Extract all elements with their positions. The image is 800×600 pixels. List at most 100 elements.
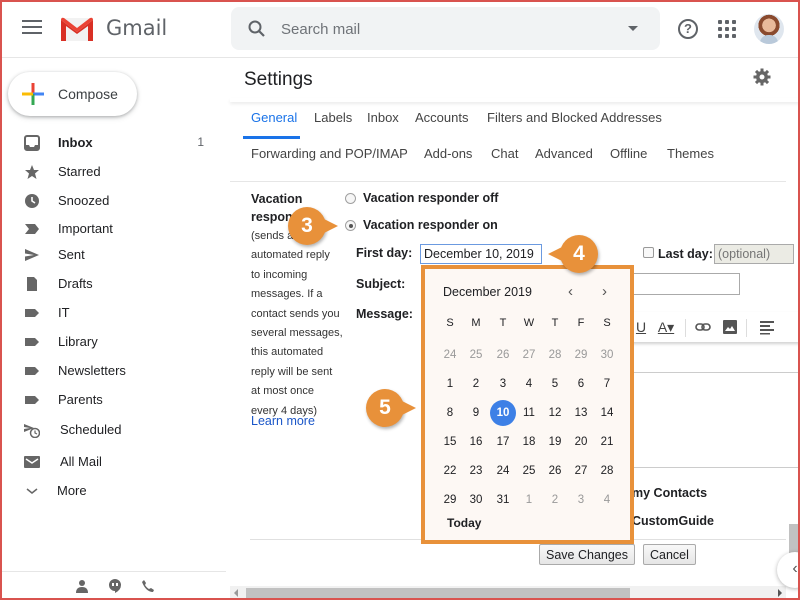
calendar-day[interactable]: 26 xyxy=(542,458,568,484)
today-button[interactable]: Today xyxy=(447,516,481,530)
hangouts-icon[interactable] xyxy=(108,579,122,593)
sidebar-item-newsletters[interactable]: Newsletters xyxy=(0,358,226,384)
calendar-day[interactable]: 12 xyxy=(542,400,568,426)
side-panel-toggle[interactable]: ‹ xyxy=(777,552,800,588)
apps-icon[interactable] xyxy=(718,20,736,38)
tab-forwarding[interactable]: Forwarding and POP/IMAP xyxy=(251,146,408,161)
calendar-day[interactable]: 16 xyxy=(463,429,489,455)
calendar-day[interactable]: 26 xyxy=(490,342,516,368)
calendar-day[interactable]: 15 xyxy=(437,429,463,455)
calendar-day[interactable]: 25 xyxy=(463,342,489,368)
sidebar-item-inbox[interactable]: Inbox 1 xyxy=(0,130,226,156)
search-input[interactable] xyxy=(281,17,611,41)
tab-accounts[interactable]: Accounts xyxy=(415,110,468,125)
calendar-day[interactable]: 1 xyxy=(516,487,542,513)
text-color-icon[interactable]: A▾ xyxy=(655,319,677,335)
calendar-day[interactable]: 18 xyxy=(516,429,542,455)
calendar-day[interactable]: 17 xyxy=(490,429,516,455)
sidebar-item-parents[interactable]: Parents xyxy=(0,387,226,413)
gear-icon[interactable] xyxy=(753,68,771,86)
scroll-right-arrow[interactable] xyxy=(778,589,782,597)
calendar-day[interactable]: 2 xyxy=(542,487,568,513)
tab-filters[interactable]: Filters and Blocked Addresses xyxy=(487,110,662,125)
calendar-day[interactable]: 29 xyxy=(568,342,594,368)
sidebar-item-sent[interactable]: Sent xyxy=(0,242,226,268)
sidebar-item-important[interactable]: Important xyxy=(0,216,226,242)
tab-offline[interactable]: Offline xyxy=(610,146,647,161)
calendar-day[interactable]: 2 xyxy=(463,371,489,397)
last-day-checkbox[interactable] xyxy=(643,247,654,258)
sidebar-item-all-mail[interactable]: All Mail xyxy=(0,449,226,475)
vacation-off-radio[interactable] xyxy=(345,193,356,204)
calendar-day[interactable]: 31 xyxy=(490,487,516,513)
sidebar-item-it[interactable]: IT xyxy=(0,300,226,326)
calendar-day[interactable]: 24 xyxy=(437,342,463,368)
link-icon[interactable] xyxy=(695,319,711,335)
vacation-off-label[interactable]: Vacation responder off xyxy=(363,191,498,205)
phone-icon[interactable] xyxy=(141,579,155,593)
calendar-day[interactable]: 28 xyxy=(594,458,620,484)
organization-only-option[interactable]: CustomGuide xyxy=(632,514,714,528)
search-bar[interactable] xyxy=(231,7,660,50)
search-icon[interactable] xyxy=(247,19,267,39)
scroll-left-arrow[interactable] xyxy=(234,589,238,597)
vacation-on-label[interactable]: Vacation responder on xyxy=(363,218,498,232)
vacation-on-radio[interactable] xyxy=(345,220,356,231)
next-month-icon[interactable]: › xyxy=(602,283,607,300)
save-changes-button[interactable]: Save Changes xyxy=(539,544,636,565)
calendar-day[interactable]: 23 xyxy=(463,458,489,484)
sidebar-item-starred[interactable]: Starred xyxy=(0,159,226,185)
gmail-logo[interactable] xyxy=(60,16,94,42)
calendar-day[interactable]: 6 xyxy=(568,371,594,397)
calendar-day-selected[interactable]: 10 xyxy=(490,400,516,426)
learn-more-link[interactable]: Learn more xyxy=(251,414,315,428)
tab-general[interactable]: General xyxy=(251,110,297,125)
tab-labels[interactable]: Labels xyxy=(314,110,352,125)
calendar-day[interactable]: 21 xyxy=(594,429,620,455)
contacts-only-option[interactable]: my Contacts xyxy=(632,486,707,500)
calendar-day[interactable]: 20 xyxy=(568,429,594,455)
calendar-day[interactable]: 7 xyxy=(594,371,620,397)
calendar-day[interactable]: 3 xyxy=(490,371,516,397)
calendar-day[interactable]: 5 xyxy=(542,371,568,397)
calendar-day[interactable]: 29 xyxy=(437,487,463,513)
calendar-day[interactable]: 3 xyxy=(568,487,594,513)
insert-image-icon[interactable] xyxy=(722,319,738,335)
sidebar-item-more[interactable]: More xyxy=(0,478,226,504)
sidebar-item-library[interactable]: Library xyxy=(0,329,226,355)
search-options-icon[interactable] xyxy=(628,26,638,31)
cancel-button[interactable]: Cancel xyxy=(643,544,696,565)
underline-icon[interactable]: U xyxy=(633,319,649,335)
previous-month-icon[interactable]: ‹ xyxy=(568,283,573,300)
avatar[interactable] xyxy=(754,14,784,44)
calendar-day[interactable]: 28 xyxy=(542,342,568,368)
tab-chat[interactable]: Chat xyxy=(491,146,518,161)
calendar-day[interactable]: 19 xyxy=(542,429,568,455)
compose-button[interactable]: Compose xyxy=(8,72,137,116)
align-icon[interactable] xyxy=(759,319,775,335)
calendar-day[interactable]: 22 xyxy=(437,458,463,484)
sidebar-item-snoozed[interactable]: Snoozed xyxy=(0,188,226,214)
horizontal-scrollbar[interactable] xyxy=(230,586,786,600)
calendar-day[interactable]: 30 xyxy=(463,487,489,513)
calendar-day[interactable]: 30 xyxy=(594,342,620,368)
calendar-day[interactable]: 4 xyxy=(516,371,542,397)
calendar-day[interactable]: 27 xyxy=(516,342,542,368)
tab-advanced[interactable]: Advanced xyxy=(535,146,593,161)
subject-input[interactable] xyxy=(620,273,740,295)
last-day-input[interactable] xyxy=(714,244,794,264)
tab-inbox[interactable]: Inbox xyxy=(367,110,399,125)
calendar-day[interactable]: 27 xyxy=(568,458,594,484)
calendar-day[interactable]: 24 xyxy=(490,458,516,484)
sidebar-item-scheduled[interactable]: Scheduled xyxy=(0,417,226,443)
help-icon[interactable]: ? xyxy=(678,19,698,39)
calendar-day[interactable]: 13 xyxy=(568,400,594,426)
calendar-day[interactable]: 9 xyxy=(463,400,489,426)
calendar-day[interactable]: 4 xyxy=(594,487,620,513)
message-editor-bottom[interactable] xyxy=(625,467,800,468)
calendar-day[interactable]: 1 xyxy=(437,371,463,397)
tab-add-ons[interactable]: Add-ons xyxy=(424,146,472,161)
first-day-input[interactable] xyxy=(420,244,542,264)
scrollbar-thumb[interactable] xyxy=(246,588,630,598)
sidebar-item-drafts[interactable]: Drafts xyxy=(0,271,226,297)
